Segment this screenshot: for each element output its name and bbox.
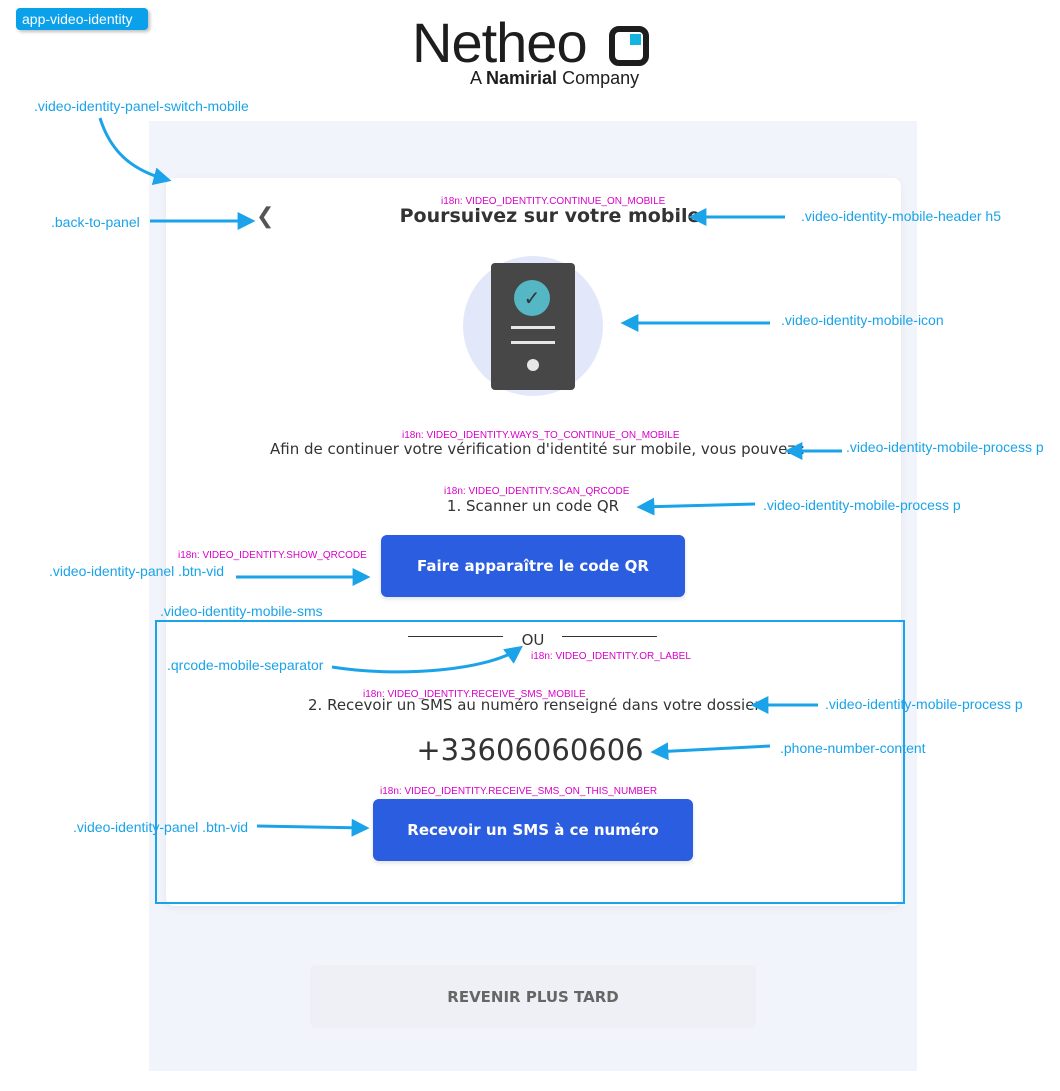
annotation-panel-switch: .video-identity-panel-switch-mobile (34, 98, 249, 114)
i18n-key-scan-qrcode: i18n: VIDEO_IDENTITY.SCAN_QRCODE (444, 486, 630, 497)
process-ways-text: Afin de continuer votre vérification d'i… (270, 440, 806, 458)
separator-line-right (562, 636, 657, 637)
come-back-later-button[interactable]: REVENIR PLUS TARD (310, 965, 756, 1028)
phone-button-icon (527, 359, 539, 371)
logo-square-mark-icon (609, 26, 649, 66)
i18n-key-or-label: i18n: VIDEO_IDENTITY.OR_LABEL (531, 651, 691, 662)
phone-line-icon (511, 326, 555, 329)
netheos-logo: Netheo A Namirial Company (412, 14, 657, 94)
page-title: Poursuivez sur votre mobile (399, 205, 701, 227)
phone-number-content: +33606060606 (416, 733, 644, 767)
check-icon: ✓ (514, 280, 550, 316)
annotation-mobile-icon: .video-identity-mobile-icon (781, 312, 944, 328)
annotation-panel-btn-1: .video-identity-panel .btn-vid (49, 563, 225, 579)
logo-wordmark: Netheo (412, 11, 588, 74)
phone-line-icon (511, 341, 555, 344)
annotation-header-h5: .video-identity-mobile-header h5 (801, 208, 1001, 224)
process-scan-text: 1. Scanner un code QR (446, 497, 620, 515)
logo-tagline: A Namirial Company (470, 68, 640, 88)
annotation-mobile-sms: .video-identity-mobile-sms (160, 603, 323, 619)
receive-sms-button[interactable]: Recevoir un SMS à ce numéro (373, 799, 693, 861)
app-component-badge: app-video-identity (16, 8, 148, 30)
annotation-process-p-1: .video-identity-mobile-process p (846, 439, 1044, 455)
show-qrcode-button[interactable]: Faire apparaître le code QR (381, 535, 685, 597)
separator-line-left (408, 636, 503, 637)
i18n-key-receive-sms-number: i18n: VIDEO_IDENTITY.RECEIVE_SMS_ON_THIS… (380, 786, 658, 797)
annotation-back-to-panel: .back-to-panel (51, 214, 140, 230)
chevron-left-icon[interactable]: ❮ (256, 206, 276, 228)
i18n-key-show-qrcode: i18n: VIDEO_IDENTITY.SHOW_QRCODE (178, 550, 367, 561)
process-receive-sms-text: 2. Recevoir un SMS au numéro renseigné d… (308, 696, 761, 714)
annotation-process-p-3: .video-identity-mobile-process p (825, 696, 1023, 712)
annotation-separator: .qrcode-mobile-separator (167, 657, 324, 673)
or-separator-label: OU (521, 631, 545, 649)
annotation-panel-btn-2: .video-identity-panel .btn-vid (73, 819, 249, 835)
annotation-process-p-2: .video-identity-mobile-process p (763, 497, 961, 513)
annotation-phone-content: .phone-number-content (780, 740, 926, 756)
